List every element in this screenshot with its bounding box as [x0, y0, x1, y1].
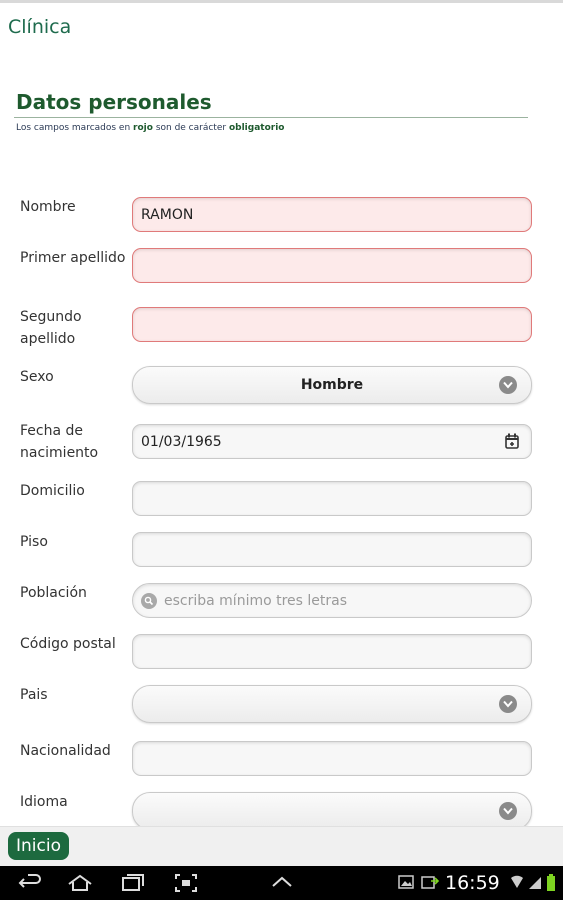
nacionalidad-input[interactable]	[132, 741, 532, 776]
fecha-nacimiento-value: 01/03/1965	[141, 433, 222, 450]
codigo-postal-input[interactable]	[132, 634, 532, 669]
sexo-select[interactable]: Hombre	[132, 366, 532, 404]
piso-label: Piso	[20, 534, 48, 550]
idioma-label: Idioma	[20, 794, 68, 810]
primer-apellido-label: Primer apellido	[20, 250, 126, 266]
fecha-nacimiento-label: Fecha de nacimiento	[20, 423, 99, 461]
form-scroll-area[interactable]: Datos personales Los campos marcados en …	[0, 0, 563, 826]
home-nav-icon[interactable]	[66, 874, 94, 896]
sexo-label: Sexo	[20, 369, 54, 385]
pais-select[interactable]	[132, 685, 532, 723]
required-note-bold: obligatorio	[228, 123, 285, 133]
wifi-icon	[510, 874, 524, 894]
sexo-value: Hombre	[300, 377, 364, 393]
chevron-down-icon	[499, 695, 517, 713]
signal-icon	[528, 874, 542, 894]
domicilio-input[interactable]	[132, 481, 532, 516]
pais-label: Pais	[20, 687, 48, 703]
chevron-down-icon	[499, 376, 517, 394]
codigo-postal-label: Código postal	[20, 636, 116, 652]
poblacion-placeholder: escriba mínimo tres letras	[164, 592, 348, 609]
required-note-red: rojo	[133, 123, 153, 133]
home-button[interactable]: Inicio	[8, 832, 69, 860]
nacionalidad-label: Nacionalidad	[20, 743, 111, 759]
segundo-apellido-label: Segundo apellido	[20, 309, 82, 347]
piso-input[interactable]	[132, 532, 532, 567]
primer-apellido-input[interactable]	[132, 248, 532, 283]
required-note: Los campos marcados en rojo son de carác…	[16, 123, 284, 133]
status-clock: 16:59	[445, 872, 500, 894]
recent-apps-icon[interactable]	[120, 874, 146, 896]
nombre-input[interactable]: RAMON	[132, 197, 532, 232]
poblacion-search-input[interactable]: escriba mínimo tres letras	[132, 583, 532, 618]
nombre-value: RAMON	[141, 206, 194, 223]
chevron-down-icon	[499, 802, 517, 820]
section-divider	[14, 117, 528, 118]
battery-icon	[546, 874, 556, 896]
idioma-select[interactable]	[132, 792, 532, 826]
screenshot-icon[interactable]	[174, 874, 198, 896]
nombre-label: Nombre	[20, 199, 76, 215]
back-icon[interactable]	[16, 874, 42, 896]
poblacion-label: Población	[20, 585, 87, 601]
search-icon	[141, 592, 157, 609]
section-title: Datos personales	[16, 90, 212, 114]
fecha-nacimiento-input[interactable]: 01/03/1965	[132, 424, 532, 459]
chevron-up-icon[interactable]	[270, 874, 294, 893]
domicilio-label: Domicilio	[20, 483, 85, 499]
gallery-notification-icon	[398, 874, 414, 894]
download-notification-icon	[421, 874, 440, 894]
required-note-prefix: Los campos marcados en	[16, 123, 131, 133]
system-navigation-bar: 16:59	[0, 866, 563, 900]
segundo-apellido-input[interactable]	[132, 307, 532, 342]
footer-bar: Inicio	[0, 826, 563, 866]
required-note-middle: son de carácter	[155, 123, 227, 133]
calendar-icon[interactable]	[505, 433, 519, 453]
